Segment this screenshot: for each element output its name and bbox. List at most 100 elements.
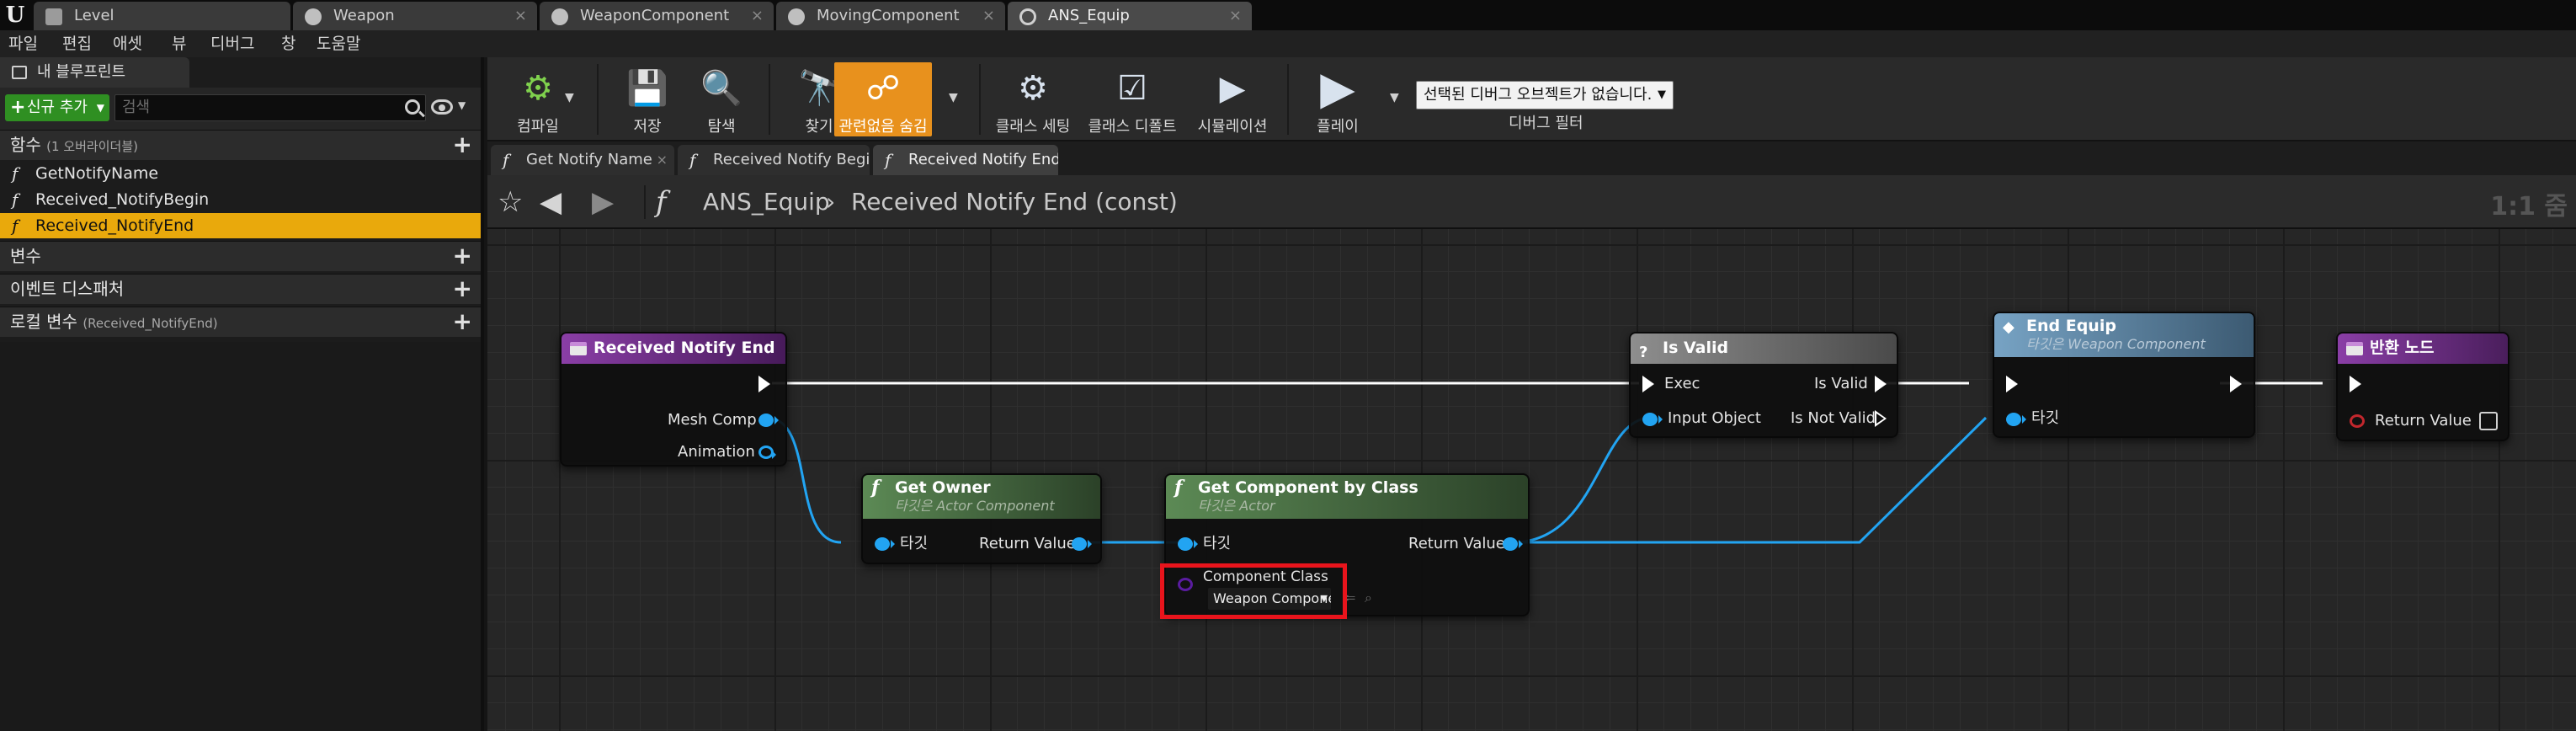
- hide-unrelated-button[interactable]: ☍ 관련없음 숨김: [834, 62, 932, 136]
- window-tab-weaponcomponent[interactable]: WeaponComponent ×: [540, 2, 774, 30]
- menu-edit[interactable]: 편집: [62, 30, 92, 57]
- menu-debug[interactable]: 디버그: [210, 30, 254, 57]
- target-pin[interactable]: [2006, 413, 2026, 426]
- menu-view[interactable]: 뷰: [172, 30, 186, 57]
- add-function-icon[interactable]: +: [453, 131, 472, 159]
- simulate-icon: ▶: [1219, 69, 1246, 108]
- functions-section[interactable]: 함수 (1 오버라이더블) +: [0, 130, 481, 160]
- exec-in-pin[interactable]: [1642, 376, 1654, 392]
- exec-in-pin[interactable]: [2006, 376, 2018, 392]
- chevron-down-icon: ▼: [1658, 88, 1666, 101]
- return-value-checkbox[interactable]: [2479, 412, 2498, 430]
- function-icon: f: [12, 189, 19, 210]
- wire-layer: [766, 382, 2323, 544]
- function-item[interactable]: f GetNotifyName: [0, 161, 481, 186]
- menu-asset[interactable]: 애셋: [113, 30, 142, 57]
- breadcrumb-root[interactable]: ANS_Equip: [703, 187, 830, 217]
- section-title: 변수: [10, 246, 41, 266]
- add-dispatcher-icon[interactable]: +: [453, 275, 472, 303]
- toolbar-divider: [769, 64, 770, 135]
- function-node-end-equip[interactable]: ◆ End Equip 타깃은 Weapon Component 타깃: [1993, 312, 2255, 438]
- window-tab-ans-equip[interactable]: ANS_Equip ×: [1008, 2, 1252, 30]
- function-item-selected[interactable]: f Received_NotifyEnd: [0, 213, 481, 238]
- return-value-pin[interactable]: [2350, 414, 2365, 428]
- input-object-pin[interactable]: [1642, 413, 1663, 426]
- local-variables-section[interactable]: 로컬 변수 (Received_NotifyEnd) +: [0, 307, 481, 337]
- exec-out-pin[interactable]: [758, 376, 770, 392]
- object-wire: [1512, 416, 1652, 544]
- return-value-pin[interactable]: [1503, 537, 1523, 551]
- tab-received-notify-begin[interactable]: f Received Notify Begin: [678, 145, 870, 175]
- window-tab-strip: U Level Weapon × WeaponComponent × Movin…: [0, 0, 2576, 30]
- pin-label: Is Not Valid: [1791, 409, 1876, 427]
- blueprint-icon: [551, 8, 568, 25]
- play-button[interactable]: ▶ 플레이: [1292, 62, 1383, 136]
- node-title: Get Owner: [895, 478, 991, 497]
- exec-out-pin[interactable]: [2230, 376, 2242, 392]
- tab-label: 내 블루프린트: [37, 63, 126, 81]
- eye-icon[interactable]: [431, 99, 453, 115]
- add-local-variable-icon[interactable]: +: [453, 307, 472, 336]
- simulation-button[interactable]: ▶ 시뮬레이션: [1183, 62, 1282, 136]
- chevron-down-icon[interactable]: ▼: [458, 99, 466, 111]
- pin-label: 타깃: [1203, 535, 1232, 552]
- tab-label: WeaponComponent: [580, 7, 730, 24]
- function-node-get-owner[interactable]: f Get Owner 타깃은 Actor Component 타깃 Retur…: [861, 473, 1102, 564]
- function-item[interactable]: f Received_NotifyBegin: [0, 187, 481, 212]
- add-new-label: 신규 추가: [27, 99, 88, 116]
- toolbar-divider: [979, 64, 981, 135]
- exec-out-valid-pin[interactable]: [1875, 376, 1887, 392]
- target-pin[interactable]: [1178, 537, 1198, 551]
- return-node[interactable]: 반환 노드 Return Value: [2336, 332, 2509, 441]
- add-new-button[interactable]: + 신규 추가 ▼: [5, 94, 109, 121]
- panel-empty-area: [0, 342, 481, 731]
- menu-help[interactable]: 도움말: [317, 30, 360, 57]
- close-icon[interactable]: ×: [514, 2, 527, 30]
- forward-arrow-icon[interactable]: ▶: [592, 185, 614, 219]
- chevron-down-icon[interactable]: ▼: [949, 91, 958, 104]
- close-icon[interactable]: ×: [982, 2, 995, 30]
- add-variable-icon[interactable]: +: [453, 242, 472, 270]
- event-node-received-notify-end[interactable]: Received Notify End Mesh Comp Animation: [560, 332, 787, 467]
- function-icon: f: [871, 477, 880, 499]
- call-function-icon: ◆: [2003, 318, 2014, 336]
- menu-window[interactable]: 창: [281, 30, 295, 57]
- search-icon: [405, 99, 420, 115]
- question-icon: ?: [1639, 344, 1648, 361]
- chevron-down-icon[interactable]: ▼: [565, 91, 574, 104]
- macro-node-is-valid[interactable]: ? Is Valid Exec Is Valid Input Object Is…: [1629, 332, 1898, 438]
- class-defaults-button[interactable]: ☑ 클래스 디폴트: [1082, 62, 1183, 136]
- chevron-down-icon[interactable]: ▼: [1390, 91, 1399, 104]
- breadcrumb-bar: ☆ ◀ ▶ f ANS_Equip › Received Notify End …: [487, 175, 2576, 229]
- window-tab-level[interactable]: Level: [34, 2, 290, 30]
- browse-icon[interactable]: ⌕: [1365, 590, 1372, 606]
- menu-file[interactable]: 파일: [8, 30, 38, 57]
- class-settings-button[interactable]: ⚙ 클래스 세팅: [984, 62, 1082, 136]
- window-tab-weapon[interactable]: Weapon ×: [293, 2, 537, 30]
- variables-section[interactable]: 변수 +: [0, 241, 481, 271]
- event-dispatchers-section[interactable]: 이벤트 디스패처 +: [0, 274, 481, 304]
- blueprint-graph[interactable]: Received Notify End Mesh Comp Animation …: [487, 229, 2576, 731]
- tab-received-notify-end[interactable]: f Received Notify End: [873, 145, 1058, 175]
- close-icon[interactable]: ×: [657, 145, 668, 175]
- exec-out-not-valid-pin[interactable]: [1875, 410, 1887, 427]
- back-arrow-icon[interactable]: ◀: [540, 185, 562, 219]
- exec-in-pin[interactable]: [2350, 376, 2361, 392]
- close-icon[interactable]: ×: [751, 2, 764, 30]
- target-pin[interactable]: [875, 537, 895, 551]
- debug-object-select[interactable]: 선택된 디버그 오브젝트가 없습니다. ▼: [1416, 81, 1674, 109]
- browse-button[interactable]: 🔍 탐색: [676, 62, 767, 136]
- star-icon[interactable]: ☆: [498, 185, 523, 219]
- node-subtitle: 타깃은 Actor Component: [895, 498, 1055, 514]
- tab-get-notify-name[interactable]: f Get Notify Name ×: [491, 145, 674, 175]
- close-icon[interactable]: ×: [1229, 2, 1242, 30]
- animation-pin[interactable]: [758, 446, 776, 459]
- button-label: 클래스 디폴트: [1088, 118, 1177, 136]
- mesh-comp-pin[interactable]: [758, 414, 779, 427]
- node-header: f Get Owner 타깃은 Actor Component: [863, 475, 1100, 519]
- my-blueprint-tab[interactable]: 내 블루프린트: [0, 57, 189, 88]
- return-value-pin[interactable]: [1072, 537, 1092, 551]
- search-input[interactable]: 검색: [114, 94, 426, 121]
- breadcrumb-current: Received Notify End (const): [851, 188, 1178, 216]
- window-tab-movingcomponent[interactable]: MovingComponent ×: [776, 2, 1005, 30]
